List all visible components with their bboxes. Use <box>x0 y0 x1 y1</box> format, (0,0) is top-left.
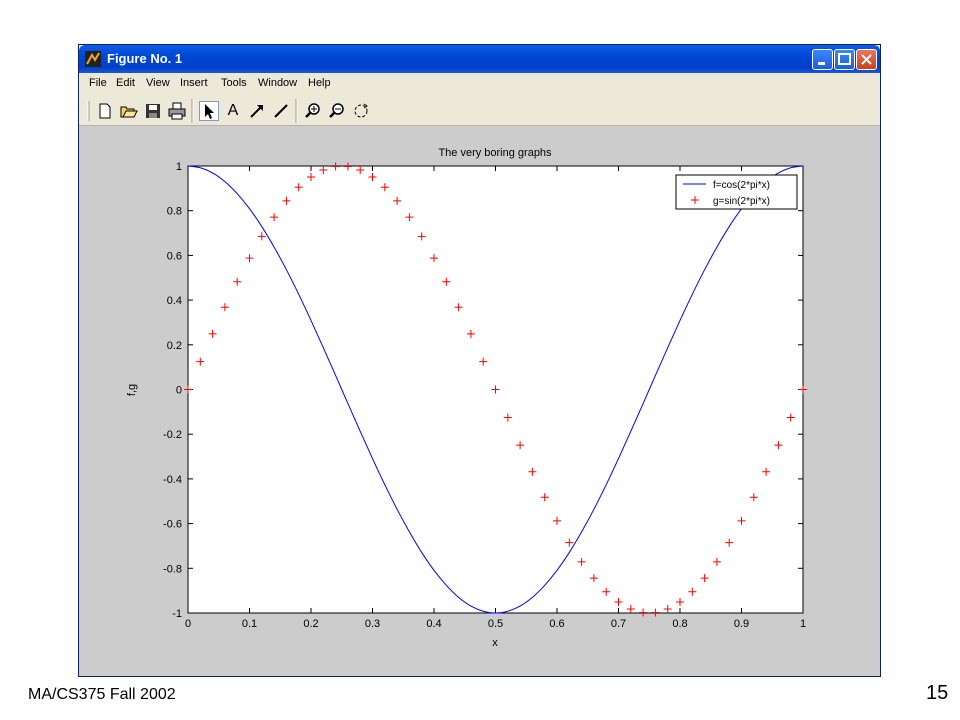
rotate-3d-icon <box>354 103 368 118</box>
edit-plot-button[interactable] <box>199 101 219 121</box>
matlab-figure-icon <box>85 51 101 67</box>
y-tick-label: 0 <box>176 385 182 397</box>
toolbar: A <box>79 95 880 126</box>
new-figure-button[interactable] <box>95 101 115 121</box>
x-tick-label: 0.5 <box>488 618 503 630</box>
title-bar[interactable]: Figure No. 1 <box>79 45 880 73</box>
zoom-out-button[interactable] <box>327 101 347 121</box>
x-tick-label: 0.8 <box>672 618 687 630</box>
print-icon <box>168 102 186 120</box>
insert-arrow-icon <box>250 105 263 118</box>
x-tick-label: 0.2 <box>303 618 318 630</box>
close-icon <box>861 54 872 65</box>
menu-bar: File Edit View Insert Tools Window Help <box>79 73 880 95</box>
figure-canvas: The very boring graphs x f,g 0 0.1 0.2 0.3 0… <box>79 126 880 676</box>
menu-insert[interactable]: Insert <box>180 77 208 89</box>
toolbar-separator-2 <box>295 99 298 123</box>
insert-line-icon <box>274 104 288 118</box>
y-tick-label: -1 <box>172 608 182 620</box>
window-title: Figure No. 1 <box>107 51 183 66</box>
maximize-icon <box>838 53 851 65</box>
x-tick-label: 0.6 <box>549 618 564 630</box>
y-tick-label: -0.8 <box>163 563 182 575</box>
menu-help[interactable]: Help <box>308 77 331 89</box>
minimize-icon <box>818 62 825 65</box>
menu-edit[interactable]: Edit <box>116 77 135 89</box>
x-tick-label: 0.4 <box>426 618 441 630</box>
x-tick-label: 1 <box>800 618 806 630</box>
save-button[interactable] <box>143 101 163 121</box>
zoom-in-button[interactable] <box>303 101 323 121</box>
maximize-button[interactable] <box>834 49 855 70</box>
course-label: MA/CS375 Fall 2002 <box>28 686 176 703</box>
y-tick-label: -0.6 <box>163 519 182 531</box>
menu-file[interactable]: File <box>89 77 107 89</box>
chart-title: The very boring graphs <box>438 147 552 159</box>
legend-entry-f: f=cos(2*pi*x) <box>713 180 770 191</box>
x-tick-label: 0.9 <box>734 618 749 630</box>
x-tick-label: 0.1 <box>242 618 257 630</box>
save-icon <box>146 104 160 118</box>
x-axis-label: x <box>492 637 498 649</box>
zoom-in-icon <box>305 103 320 118</box>
toolbar-separator <box>191 99 194 123</box>
close-button[interactable] <box>856 49 877 70</box>
menu-tools[interactable]: Tools <box>221 77 247 89</box>
insert-text-icon: A <box>227 102 239 119</box>
y-axis-label: f,g <box>126 384 138 396</box>
print-button[interactable] <box>167 101 187 121</box>
figure-window: Figure No. 1 File Edit View Insert Tools… <box>78 44 881 677</box>
legend[interactable]: f=cos(2*pi*x) g=sin(2*pi*x) <box>675 174 798 210</box>
insert-text-button[interactable]: A <box>223 101 243 121</box>
y-tick-label: 0.4 <box>167 295 182 307</box>
zoom-out-icon <box>329 103 344 118</box>
menu-window[interactable]: Window <box>258 77 297 89</box>
plot-svg: The very boring graphs x f,g 0 0.1 0.2 0.3 0… <box>126 147 807 649</box>
y-tick-label: 0.6 <box>167 250 182 262</box>
y-tick-label: 1 <box>176 161 182 173</box>
legend-entry-g: g=sin(2*pi*x) <box>713 196 770 207</box>
y-tick-label: -0.2 <box>163 429 182 441</box>
menu-view[interactable]: View <box>146 77 170 89</box>
open-file-icon <box>120 106 138 118</box>
x-tick-label: 0.3 <box>365 618 380 630</box>
slide-page-number: 15 <box>926 682 949 704</box>
y-tick-label: -0.4 <box>163 474 182 486</box>
minimize-button[interactable] <box>812 49 833 70</box>
insert-line-button[interactable] <box>271 101 291 121</box>
y-tick-label: 0.8 <box>167 206 182 218</box>
open-file-button[interactable] <box>119 101 139 121</box>
x-tick-label: 0.7 <box>611 618 626 630</box>
insert-arrow-button[interactable] <box>247 101 267 121</box>
x-tick-label: 0 <box>185 618 191 630</box>
toolbar-grip <box>87 101 90 121</box>
edit-plot-arrow-icon <box>205 104 214 119</box>
y-tick-label: 0.2 <box>167 340 182 352</box>
rotate-3d-button[interactable] <box>351 101 371 121</box>
new-figure-icon <box>99 103 111 119</box>
